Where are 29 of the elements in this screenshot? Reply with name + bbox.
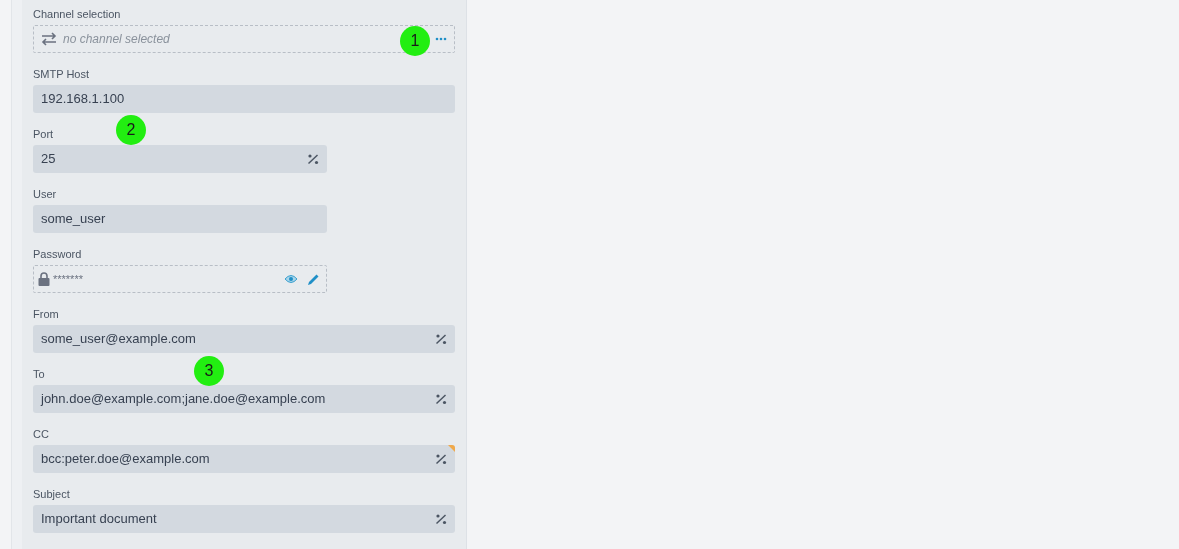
- field-label: Password: [33, 248, 82, 261]
- variable-icon[interactable]: [435, 513, 447, 525]
- field-label: CC: [33, 428, 49, 441]
- field-label: Subject: [33, 488, 70, 501]
- variable-icon[interactable]: [307, 153, 319, 165]
- variable-icon[interactable]: [435, 393, 447, 405]
- text-field[interactable]: some_user: [33, 205, 327, 233]
- swap-arrows-icon: [41, 32, 57, 46]
- variable-icon[interactable]: [435, 333, 447, 345]
- text-field[interactable]: some_user@example.com: [33, 325, 455, 353]
- text-field[interactable]: Important document: [33, 505, 455, 533]
- field-label: Port: [33, 128, 54, 141]
- masked-password: *******: [53, 271, 83, 287]
- text-field[interactable]: 25: [33, 145, 327, 173]
- field-label: SMTP Host: [33, 68, 90, 81]
- text-field[interactable]: bcc:peter.doe@example.com: [33, 445, 455, 473]
- field-label: From: [33, 308, 59, 321]
- eye-icon[interactable]: [284, 274, 298, 284]
- more-icon[interactable]: [435, 37, 447, 41]
- placeholder-text: no channel selected: [63, 31, 170, 48]
- lock-icon: [38, 272, 50, 286]
- field-label: User: [33, 188, 57, 201]
- variable-icon[interactable]: [435, 453, 447, 465]
- password-field[interactable]: *******: [33, 265, 327, 293]
- field-label: Channel selection: [33, 8, 121, 21]
- text-field[interactable]: 192.168.1.100: [33, 85, 455, 113]
- text-field[interactable]: john.doe@example.com;jane.doe@example.com: [33, 385, 455, 413]
- pencil-icon[interactable]: [307, 272, 320, 286]
- field-label: To: [33, 368, 45, 381]
